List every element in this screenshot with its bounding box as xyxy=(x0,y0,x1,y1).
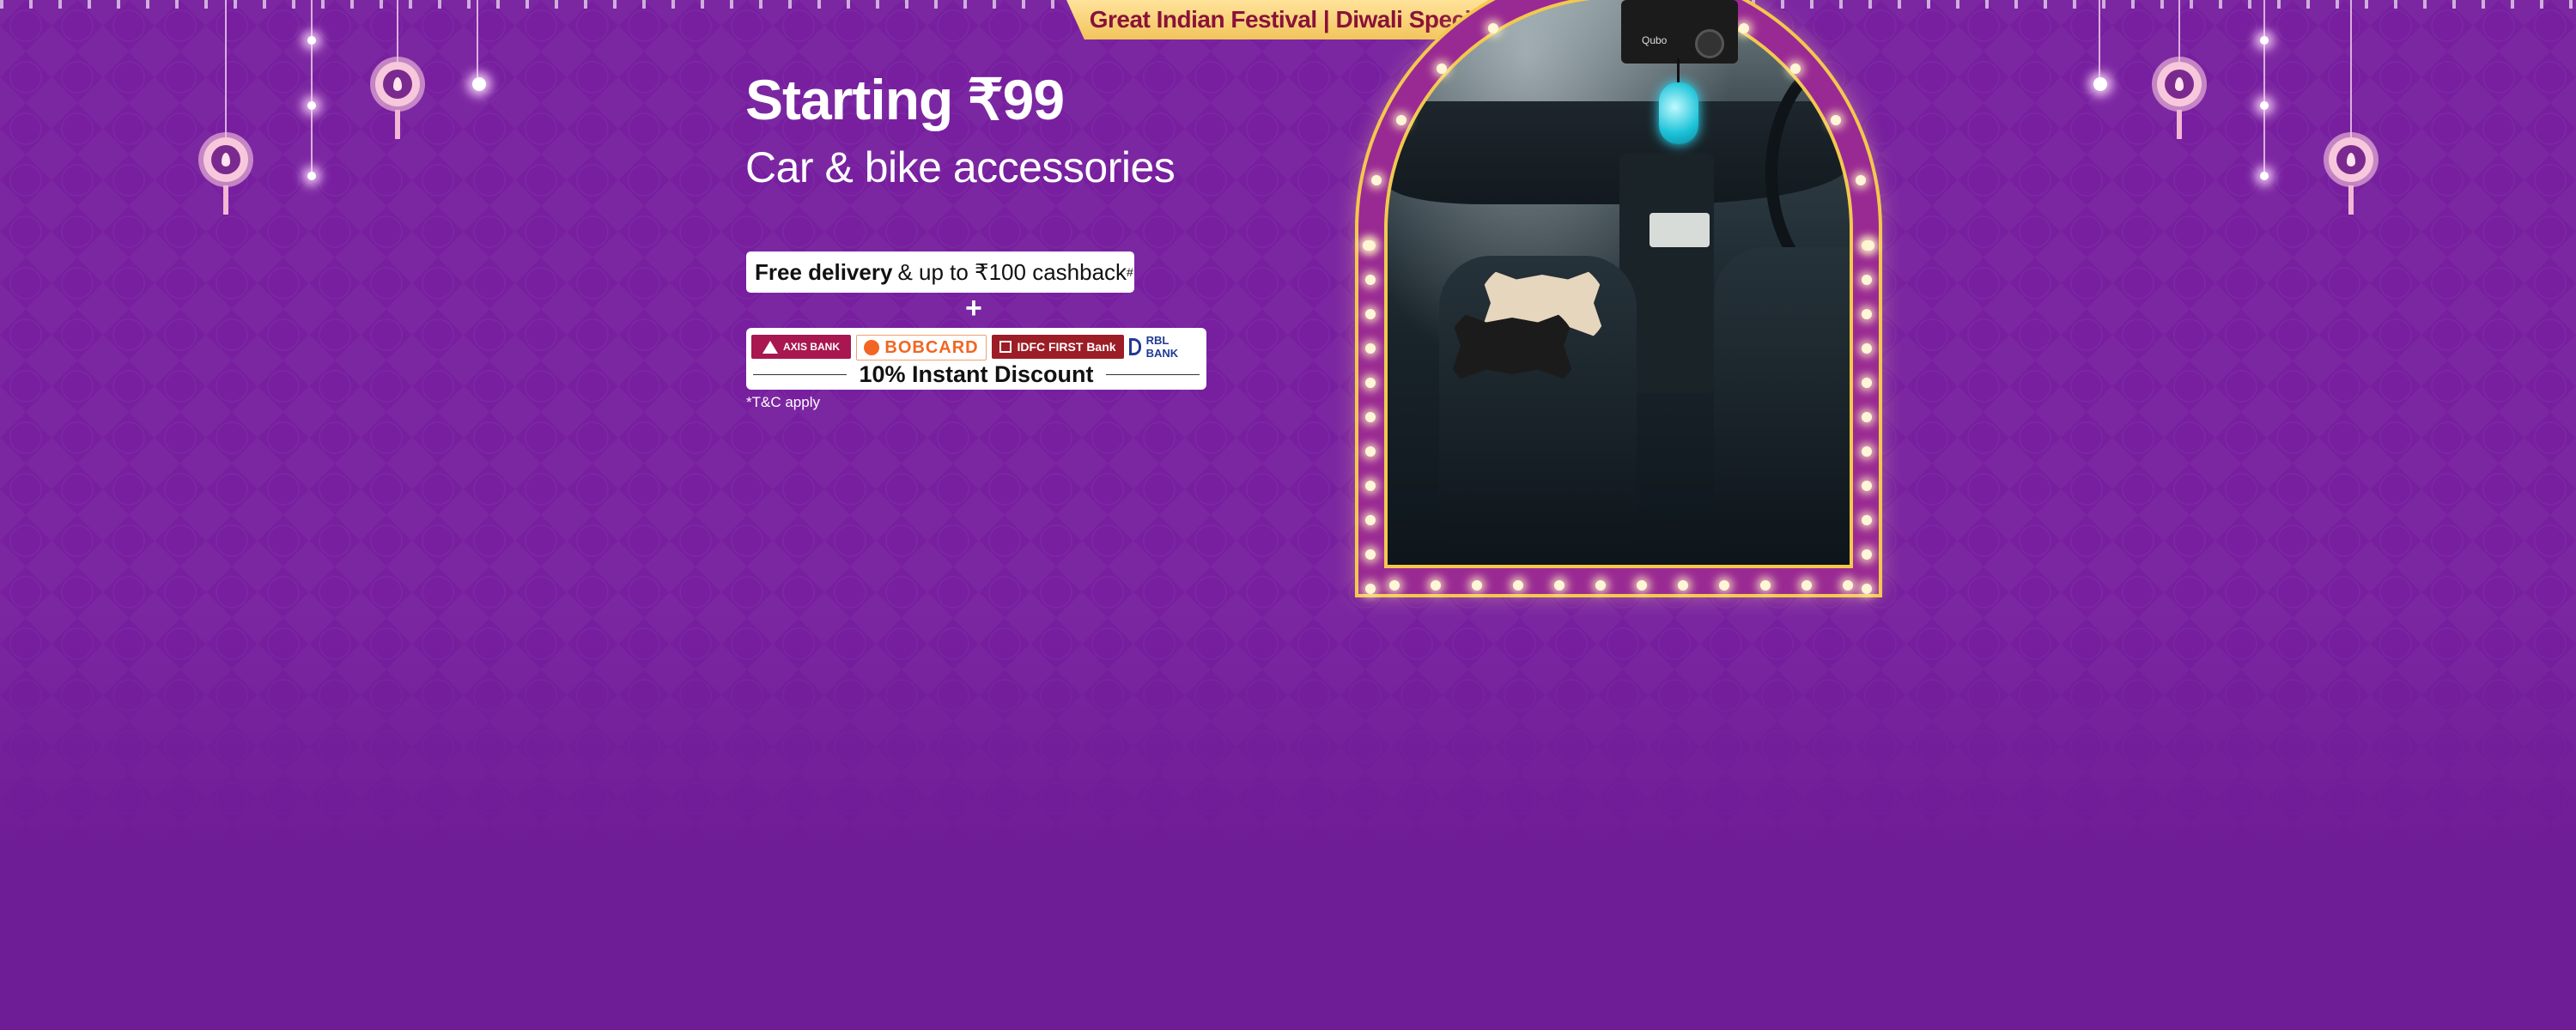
bank-name: RBL BANK xyxy=(1145,334,1179,360)
diya-lamp-icon xyxy=(2329,137,2373,182)
idfc-icon xyxy=(999,341,1012,353)
diya-lamp-icon xyxy=(204,137,248,182)
light-bulb xyxy=(2093,77,2107,91)
rbl-icon xyxy=(1129,338,1141,355)
delivery-footnote-mark: # xyxy=(1127,265,1133,279)
light-bulb xyxy=(307,101,316,110)
idfc-first-bank-logo: IDFC FIRST Bank xyxy=(992,335,1124,359)
light-string xyxy=(311,0,313,172)
lamp-tassel xyxy=(395,110,400,139)
lamp-string xyxy=(2178,0,2180,69)
dashcam-brand: Qubo xyxy=(1642,34,1668,46)
delivery-offer-badge: Free delivery & up to ₹100 cashback # xyxy=(746,251,1134,293)
headline: Starting ₹99 xyxy=(745,68,1065,131)
light-string xyxy=(477,0,478,77)
discount-row: 10% Instant Discount xyxy=(753,360,1200,387)
subheadline: Car & bike accessories xyxy=(745,143,1176,191)
light-bulb xyxy=(307,36,316,45)
festival-label: Great Indian Festival | Diwali Special xyxy=(1089,6,1491,33)
bank-name: AXIS BANK xyxy=(782,341,840,353)
plus-sign: + xyxy=(965,292,982,324)
divider xyxy=(753,373,848,375)
bobcard-logo: BOBCARD xyxy=(856,335,987,360)
diya-lamp-icon xyxy=(375,62,420,106)
diya-lamp-icon xyxy=(2157,62,2202,106)
car-interior-accessories-image xyxy=(1384,0,1853,568)
car-air-freshener xyxy=(1659,58,1698,144)
lamp-tassel xyxy=(2177,110,2182,139)
lamp-tassel xyxy=(2348,185,2354,215)
light-string xyxy=(2099,0,2100,77)
light-bulb xyxy=(2260,172,2269,180)
light-bulb xyxy=(2260,36,2269,45)
bank-name: IDFC FIRST Bank xyxy=(1017,340,1116,354)
lamp-string xyxy=(225,0,227,146)
delivery-cashback-text: & up to ₹100 cashback xyxy=(897,258,1127,285)
light-bulb xyxy=(307,172,316,180)
light-bulb xyxy=(2260,101,2269,110)
lamp-string xyxy=(397,0,398,69)
lamp-tassel xyxy=(223,185,228,215)
car-seat-right xyxy=(1714,247,1850,539)
terms-text: *T&C apply xyxy=(746,394,820,410)
instant-discount-text: 10% Instant Discount xyxy=(859,360,1094,387)
product-arch-frame[interactable] xyxy=(1355,0,1882,597)
background-fade xyxy=(0,601,2576,858)
light-string xyxy=(2263,0,2265,172)
axis-bank-logo: AXIS BANK xyxy=(751,335,851,359)
axis-bank-icon xyxy=(762,340,778,354)
bank-offer-card: AXIS BANK BOBCARD IDFC FIRST Bank RBL BA… xyxy=(746,328,1206,390)
tissue-box xyxy=(1649,213,1710,247)
bobcard-icon xyxy=(864,340,880,355)
dashcam-device: Qubo xyxy=(1621,0,1738,64)
lamp-string xyxy=(2350,0,2352,146)
light-bulb xyxy=(472,77,486,91)
rbl-bank-logo: RBL BANK xyxy=(1129,334,1201,360)
dashcam-lens xyxy=(1695,29,1724,58)
bank-name: BOBCARD xyxy=(884,337,979,357)
divider xyxy=(1105,373,1200,375)
delivery-bold-text: Free delivery xyxy=(755,258,893,285)
